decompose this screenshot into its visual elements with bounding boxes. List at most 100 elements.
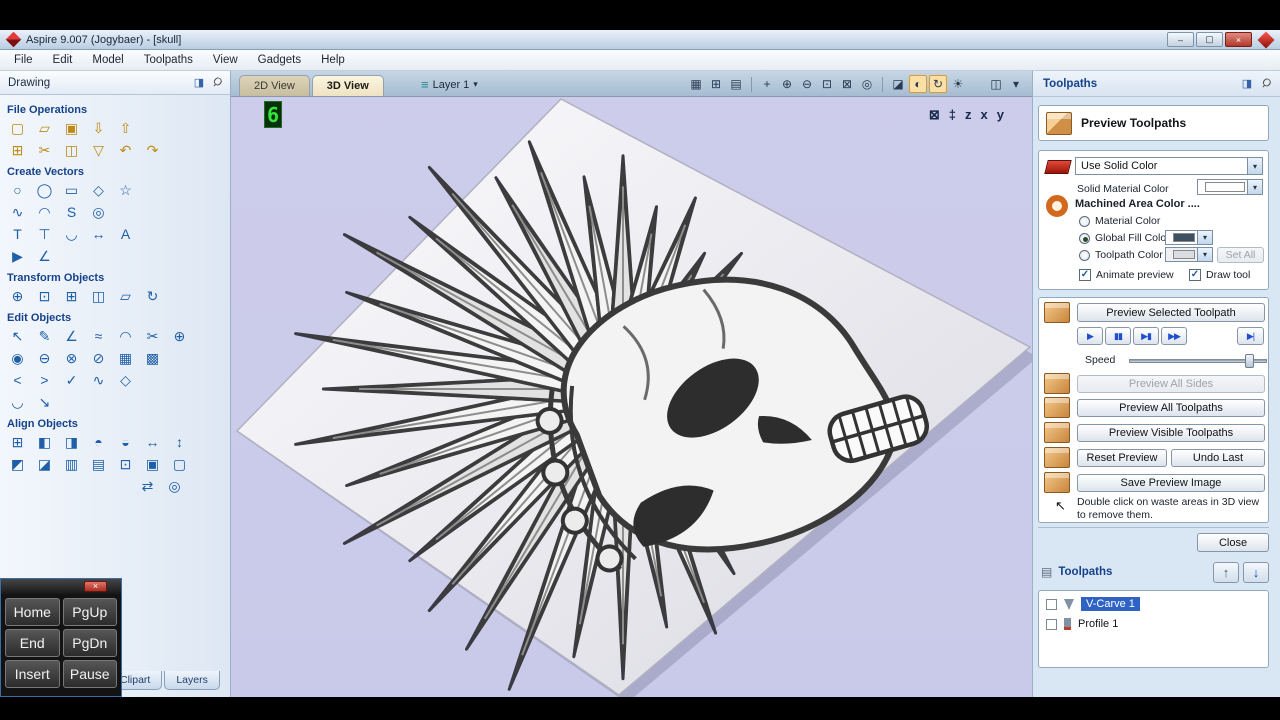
dock-drawing-panel-icon[interactable]: ◨ [192,76,206,89]
move-toolpath-up-button[interactable]: ↑ [1213,562,1239,583]
toggle-snap-icon[interactable]: ▦ [687,75,705,93]
view-anchor-icon[interactable]: ‡ [949,107,956,123]
toolpath-name[interactable]: Profile 1 [1078,618,1118,630]
draw-tool-checkbox[interactable]: ✓ Draw tool [1189,269,1250,281]
zoom-in-icon[interactable]: ⊕ [778,75,796,93]
distort-icon[interactable]: ▱ [115,286,136,305]
offset-vectors-icon[interactable]: ≈ [88,326,109,345]
menu-gadgets[interactable]: Gadgets [248,51,311,69]
export-vectors-icon[interactable]: ⇧ [115,118,136,137]
fillet-icon[interactable]: ◠ [115,326,136,345]
zoom-window-icon[interactable]: ⊡ [818,75,836,93]
3d-view[interactable] [231,97,1032,697]
reset-preview-button[interactable]: Reset Preview [1077,449,1167,467]
menu-help[interactable]: Help [311,51,355,69]
mirror-horizontal-icon[interactable]: ▥ [61,454,82,473]
align-right-icon[interactable]: ◨ [61,432,82,451]
open-file-icon[interactable]: ▱ [34,118,55,137]
draw-rectangle-icon[interactable]: ▭ [61,180,82,199]
block-copy-icon[interactable]: ▩ [142,348,163,367]
view-fit-icon[interactable]: ⊠ [929,107,940,123]
skip-to-end-button[interactable]: ▶| [1237,327,1264,345]
job-setup-icon[interactable]: ⊞ [7,140,28,159]
toolpath-color-picker[interactable]: ▾ [1165,247,1213,262]
import-vectors-icon[interactable]: ⇩ [88,118,109,137]
toggle-wireframe-icon[interactable]: ◪ [889,75,907,93]
align-bottom-icon[interactable]: ◒ [115,432,136,451]
center-in-page-icon[interactable]: ⊡ [115,454,136,473]
trim-vectors-icon[interactable]: ✂ [142,326,163,345]
copy-icon[interactable]: ◫ [61,140,82,159]
toolpath-visibility-checkbox[interactable] [1046,599,1057,610]
space-vertical-icon[interactable]: ↕ [169,432,190,451]
pin-toolpaths-panel-icon[interactable]: Ϙ [1256,74,1275,93]
draw-curve-icon[interactable]: ∿ [7,202,28,221]
pin-drawing-panel-icon[interactable]: Ϙ [207,73,226,92]
align-inside-left-icon[interactable]: ◩ [7,454,28,473]
nudge-tool-icon[interactable]: ⇄ [137,476,158,495]
space-horizontal-icon[interactable]: ↔ [142,432,163,451]
draw-polygon-icon[interactable]: ◇ [88,180,109,199]
sharpen-polyline-icon[interactable]: > [34,370,55,389]
set-size-icon[interactable]: ⊡ [34,286,55,305]
text-box-icon[interactable]: ⊤ [34,224,55,243]
keypad-close-button[interactable]: × [84,581,107,592]
menu-file[interactable]: File [4,51,43,69]
zoom-objects-icon[interactable]: ◎ [164,476,185,495]
toolpath-color-radio[interactable]: Toolpath Color [1079,249,1163,261]
arc-fit-icon[interactable]: ◡ [7,392,28,411]
draw-arc-icon[interactable]: ◠ [34,202,55,221]
extend-vectors-icon[interactable]: ↘ [34,392,55,411]
menu-edit[interactable]: Edit [43,51,83,69]
speed-slider-thumb[interactable] [1245,354,1254,368]
cut-icon[interactable]: ✂ [34,140,55,159]
zoom-out-icon[interactable]: ⊖ [798,75,816,93]
toolbar-options-icon[interactable]: ▾ [1007,75,1025,93]
menu-model[interactable]: Model [82,51,133,69]
draw-dimension-icon[interactable]: ∠ [34,246,55,265]
minimize-button[interactable]: – [1167,32,1194,47]
draw-spiral-icon[interactable]: ◎ [88,202,109,221]
save-file-icon[interactable]: ▣ [61,118,82,137]
zoom-selected-icon[interactable]: ◎ [858,75,876,93]
vector-validator-icon[interactable]: ✓ [61,370,82,389]
intersect-vectors-icon[interactable]: ⊗ [61,348,82,367]
align-left-icon[interactable]: ◧ [34,432,55,451]
pause-button[interactable]: ▮▮ [1105,327,1131,345]
trace-bitmap-icon[interactable]: ▶ [7,246,28,265]
move-toolpath-down-button[interactable]: ↓ [1243,562,1269,583]
rotate-icon[interactable]: ↻ [142,286,163,305]
paste-icon[interactable]: ▽ [88,140,109,159]
ungroup-objects-icon[interactable]: ▢ [169,454,190,473]
draw-ellipse-icon[interactable]: ◯ [34,180,55,199]
new-file-icon[interactable]: ▢ [7,118,28,137]
close-button[interactable]: × [1225,32,1252,47]
text-abc-icon[interactable]: A [115,224,136,243]
menu-toolpaths[interactable]: Toolpaths [134,51,203,69]
set-all-button[interactable]: Set All [1217,247,1264,263]
fit-curves-icon[interactable]: ∿ [88,370,109,389]
keypad-titlebar[interactable]: × [1,579,121,594]
preview-all-sides-button[interactable]: Preview All Sides [1077,375,1265,393]
create-outline-icon[interactable]: ◇ [115,370,136,389]
pan-view-icon[interactable]: + [758,75,776,93]
toolpath-row[interactable]: V-Carve 1 [1039,594,1268,614]
key-insert[interactable]: Insert [5,660,60,688]
array-copy-icon[interactable]: ▦ [115,348,136,367]
preview-selected-toolpath-button[interactable]: Preview Selected Toolpath [1077,303,1265,322]
key-pause[interactable]: Pause [63,660,118,688]
redo-icon[interactable]: ↷ [142,140,163,159]
menu-view[interactable]: View [203,51,248,69]
toggle-shading-icon[interactable]: ◐ [909,75,927,93]
global-fill-color-picker[interactable]: ▾ [1165,230,1213,245]
align-inside-right-icon[interactable]: ◪ [34,454,55,473]
key-end[interactable]: End [5,629,60,657]
toolpath-name[interactable]: V-Carve 1 [1081,597,1140,611]
toggle-guides-icon[interactable]: ⊞ [707,75,725,93]
single-step-button[interactable]: ▶▮ [1133,327,1159,345]
run-to-end-button[interactable]: ▶▶ [1161,327,1187,345]
material-color-radio[interactable]: Material Color [1079,215,1160,227]
set-lighting-icon[interactable]: ☀ [949,75,967,93]
mirror-vertical-icon[interactable]: ▤ [88,454,109,473]
select-cursor-icon[interactable]: ↖ [7,326,28,345]
